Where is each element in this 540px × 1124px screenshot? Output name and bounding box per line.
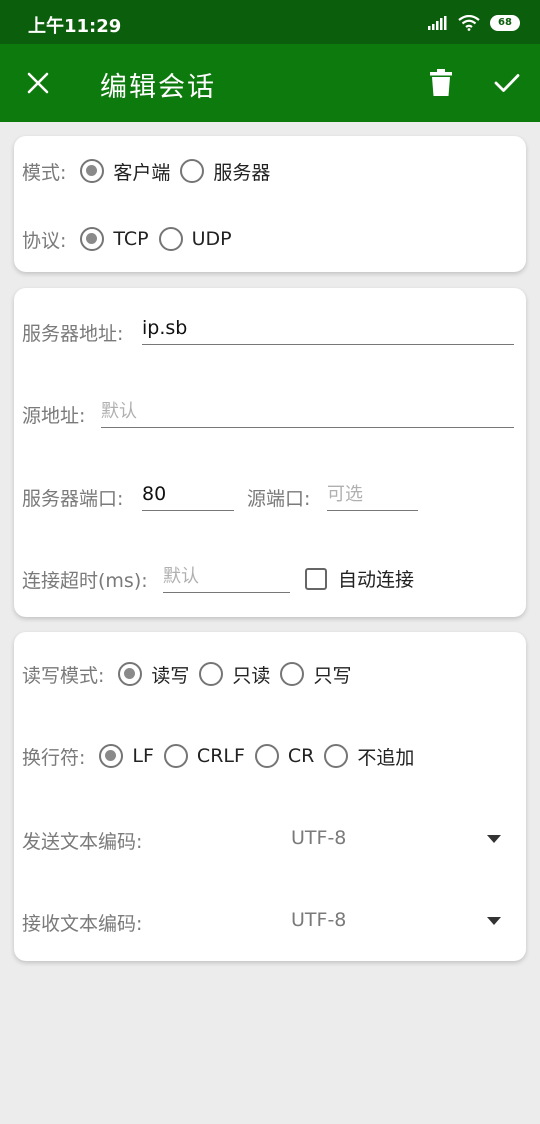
battery-icon: 68 <box>490 15 520 31</box>
newline-none-option[interactable]: 不追加 <box>324 743 414 770</box>
protocol-row: 协议: TCP UDP <box>22 219 232 259</box>
recv-encoding-arrow-icon <box>487 917 501 925</box>
rw-writeonly-option[interactable]: 只写 <box>280 661 351 688</box>
status-icons: 68 <box>428 13 520 33</box>
timeout-placeholder: 默认 <box>163 566 199 587</box>
mode-server-radio[interactable] <box>180 159 205 183</box>
send-encoding-arrow-icon <box>487 835 501 843</box>
rw-mode-label: 读写模式: <box>22 664 105 687</box>
server-port-value: 80 <box>142 483 167 505</box>
newline-cr-label: CR <box>287 745 315 767</box>
newline-row: 换行符: LF CRLF CR 不追加 <box>22 736 414 776</box>
rw-readonly-label: 只读 <box>232 664 271 687</box>
protocol-tcp-label: TCP <box>113 228 149 250</box>
auto-connect-checkbox[interactable] <box>305 567 327 590</box>
server-port-label: 服务器端口: <box>22 488 124 510</box>
app-bar: 编辑会话 <box>0 44 540 122</box>
source-port-input[interactable]: 可选 <box>327 479 418 511</box>
newline-crlf-option[interactable]: CRLF <box>163 744 245 768</box>
close-icon <box>27 72 49 94</box>
send-encoding-label: 发送文本编码: <box>22 831 143 853</box>
protocol-udp-option[interactable]: UDP <box>158 227 232 251</box>
newline-cr-radio[interactable] <box>254 744 279 768</box>
rw-readwrite-option[interactable]: 读写 <box>118 661 189 688</box>
close-button[interactable] <box>18 63 58 103</box>
newline-cr-option[interactable]: CR <box>254 744 315 768</box>
status-bar: 上午11:29 68 <box>0 0 540 44</box>
send-encoding-dropdown[interactable]: UTF-8 <box>284 817 514 861</box>
mode-server-option[interactable]: 服务器 <box>180 158 270 185</box>
auto-connect-option[interactable]: 自动连接 <box>305 565 414 592</box>
newline-crlf-radio[interactable] <box>163 744 188 768</box>
source-address-placeholder: 默认 <box>101 401 137 422</box>
timeout-label: 连接超时(ms): <box>22 570 148 592</box>
source-address-input[interactable]: 默认 <box>101 396 514 428</box>
rw-mode-row: 读写模式: 读写 只读 只写 <box>22 654 351 694</box>
rw-readwrite-label: 读写 <box>151 664 190 687</box>
server-port-input[interactable]: 80 <box>142 479 234 511</box>
protocol-tcp-option[interactable]: TCP <box>80 227 149 251</box>
format-card: 读写模式: 读写 只读 只写 换行符: LF CRLF CR 不追加 发送文本编… <box>14 632 526 961</box>
source-port-placeholder: 可选 <box>327 484 363 505</box>
rw-readonly-option[interactable]: 只读 <box>199 661 270 688</box>
status-time: 上午11:29 <box>28 16 122 37</box>
recv-encoding-dropdown[interactable]: UTF-8 <box>284 899 514 943</box>
rw-writeonly-radio[interactable] <box>280 662 305 686</box>
newline-none-radio[interactable] <box>324 744 349 768</box>
newline-crlf-label: CRLF <box>196 745 245 767</box>
confirm-button[interactable] <box>487 63 527 103</box>
newline-label: 换行符: <box>22 746 86 769</box>
recv-encoding-value: UTF-8 <box>291 909 347 931</box>
rw-writeonly-label: 只写 <box>313 664 352 687</box>
newline-lf-radio[interactable] <box>99 744 124 768</box>
trash-icon <box>430 69 452 96</box>
mode-row: 模式: 客户端 服务器 <box>22 151 270 191</box>
recv-encoding-label: 接收文本编码: <box>22 913 143 935</box>
protocol-tcp-radio[interactable] <box>80 227 105 251</box>
mode-label: 模式: <box>22 161 67 184</box>
address-card: 服务器地址: ip.sb 源地址: 默认 服务器端口: 80 源端口: 可选 连… <box>14 288 526 617</box>
server-address-label: 服务器地址: <box>22 323 124 345</box>
auto-connect-label: 自动连接 <box>338 569 415 591</box>
newline-lf-option[interactable]: LF <box>99 744 154 768</box>
send-encoding-value: UTF-8 <box>291 827 347 849</box>
timeout-input[interactable]: 默认 <box>163 561 290 593</box>
page-title: 编辑会话 <box>100 72 216 103</box>
delete-button[interactable] <box>421 63 461 103</box>
signal-icon <box>428 16 447 30</box>
newline-lf-label: LF <box>132 745 154 767</box>
mode-client-label: 客户端 <box>113 161 171 184</box>
rw-readwrite-radio[interactable] <box>118 662 143 686</box>
mode-client-radio[interactable] <box>80 159 105 183</box>
protocol-udp-radio[interactable] <box>158 227 183 251</box>
source-port-label: 源端口: <box>247 488 311 510</box>
connection-mode-card: 模式: 客户端 服务器 协议: TCP UDP <box>14 136 526 272</box>
protocol-label: 协议: <box>22 229 67 252</box>
rw-readonly-radio[interactable] <box>199 662 224 686</box>
wifi-icon <box>458 15 480 31</box>
server-address-value: ip.sb <box>142 317 188 339</box>
protocol-udp-label: UDP <box>191 228 232 250</box>
source-address-label: 源地址: <box>22 405 86 427</box>
server-address-input[interactable]: ip.sb <box>142 313 514 345</box>
mode-client-option[interactable]: 客户端 <box>80 158 170 185</box>
mode-server-label: 服务器 <box>213 161 271 184</box>
check-icon <box>494 74 520 92</box>
newline-none-label: 不追加 <box>357 746 415 769</box>
